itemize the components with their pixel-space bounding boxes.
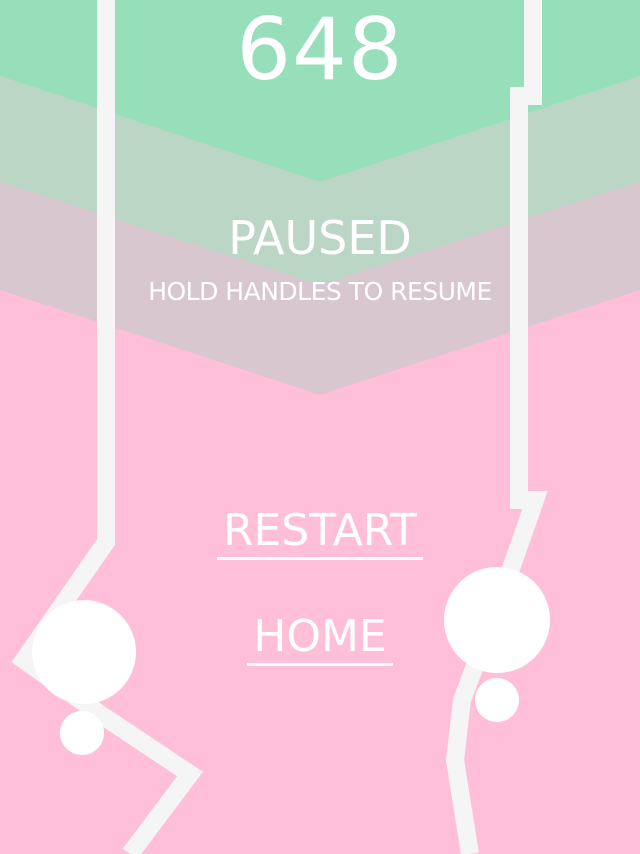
score-counter: 648 — [236, 0, 404, 100]
restart-label[interactable]: RESTART — [216, 505, 424, 560]
restart-button[interactable]: RESTART — [0, 505, 640, 560]
resume-hint: HOLD HANDLES TO RESUME — [148, 277, 492, 306]
home-label[interactable]: HOME — [247, 611, 393, 666]
game-background — [0, 0, 640, 854]
paused-title: PAUSED — [228, 211, 412, 265]
game-screen: 648 PAUSED HOLD HANDLES TO RESUME RESTAR… — [0, 0, 640, 854]
left-handle-knob[interactable] — [60, 711, 104, 755]
home-button[interactable]: HOME — [0, 611, 640, 666]
right-handle-knob[interactable] — [475, 678, 519, 722]
